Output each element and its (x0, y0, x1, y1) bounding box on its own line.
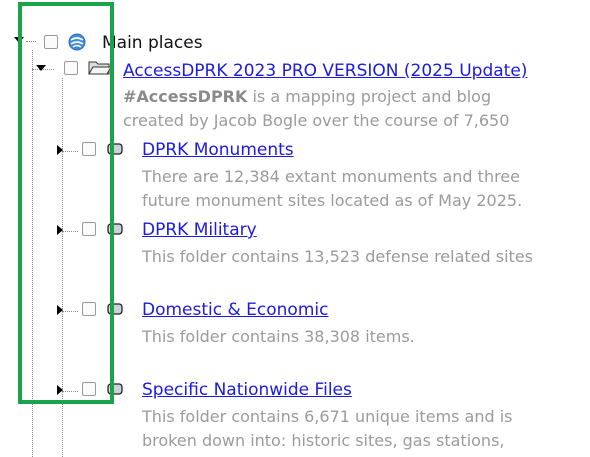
tree-guide-branch (62, 391, 78, 392)
folder-description-military-1: This folder contains 13,523 defense rela… (142, 247, 533, 266)
open-folder-icon (88, 61, 112, 75)
earth-globe-icon (68, 33, 86, 51)
folder-description-monuments-2: future monument sites located as of May … (142, 191, 523, 210)
collapse-arrow-project[interactable] (36, 65, 46, 71)
expand-arrow-monuments[interactable] (57, 145, 63, 155)
tree-guide-branch (62, 311, 78, 312)
layer-folder-icon (107, 223, 123, 235)
project-description-rest: is a mapping project and blog (247, 87, 492, 106)
tree-guide-branch (62, 151, 78, 152)
folder-title-nationwide[interactable]: Specific Nationwide Files (142, 380, 352, 400)
folder-description-monuments-1: There are 12,384 extant monuments and th… (142, 167, 520, 186)
tree-guide-branch (62, 231, 78, 232)
checkbox-project[interactable] (64, 61, 78, 75)
folder-description-nationwide-1: This folder contains 6,671 unique items … (142, 407, 513, 426)
folder-title-monuments[interactable]: DPRK Monuments (142, 140, 294, 160)
project-description-line-1: #AccessDPRK is a mapping project and blo… (123, 85, 491, 109)
folder-description-nationwide-2: broken down into: historic sites, gas st… (142, 431, 505, 450)
tree-guide-project (62, 78, 63, 457)
checkbox-domestic[interactable] (82, 302, 96, 316)
project-hashtag: #AccessDPRK (123, 87, 248, 106)
layer-folder-icon (107, 143, 123, 155)
tree-guide-root (32, 50, 33, 457)
layer-folder-icon (107, 383, 123, 395)
tree-guide-branch (26, 41, 36, 42)
collapse-arrow-main-places[interactable] (14, 37, 24, 43)
project-title-link[interactable]: AccessDPRK 2023 PRO VERSION (2025 Update… (123, 61, 527, 81)
project-description-line-2: created by Jacob Bogle over the course o… (123, 111, 510, 130)
expand-arrow-domestic[interactable] (57, 305, 63, 315)
folder-description-domestic-1: This folder contains 38,308 items. (142, 327, 415, 346)
layer-folder-icon (107, 303, 123, 315)
expand-arrow-nationwide[interactable] (57, 385, 63, 395)
expand-arrow-military[interactable] (57, 225, 63, 235)
checkbox-military[interactable] (82, 222, 96, 236)
folder-title-military[interactable]: DPRK Military (142, 220, 257, 240)
checkbox-nationwide[interactable] (82, 382, 96, 396)
checkbox-monuments[interactable] (82, 142, 96, 156)
main-places-label[interactable]: Main places (102, 33, 203, 53)
checkbox-main-places[interactable] (44, 35, 58, 49)
folder-title-domestic[interactable]: Domestic & Economic (142, 300, 328, 320)
